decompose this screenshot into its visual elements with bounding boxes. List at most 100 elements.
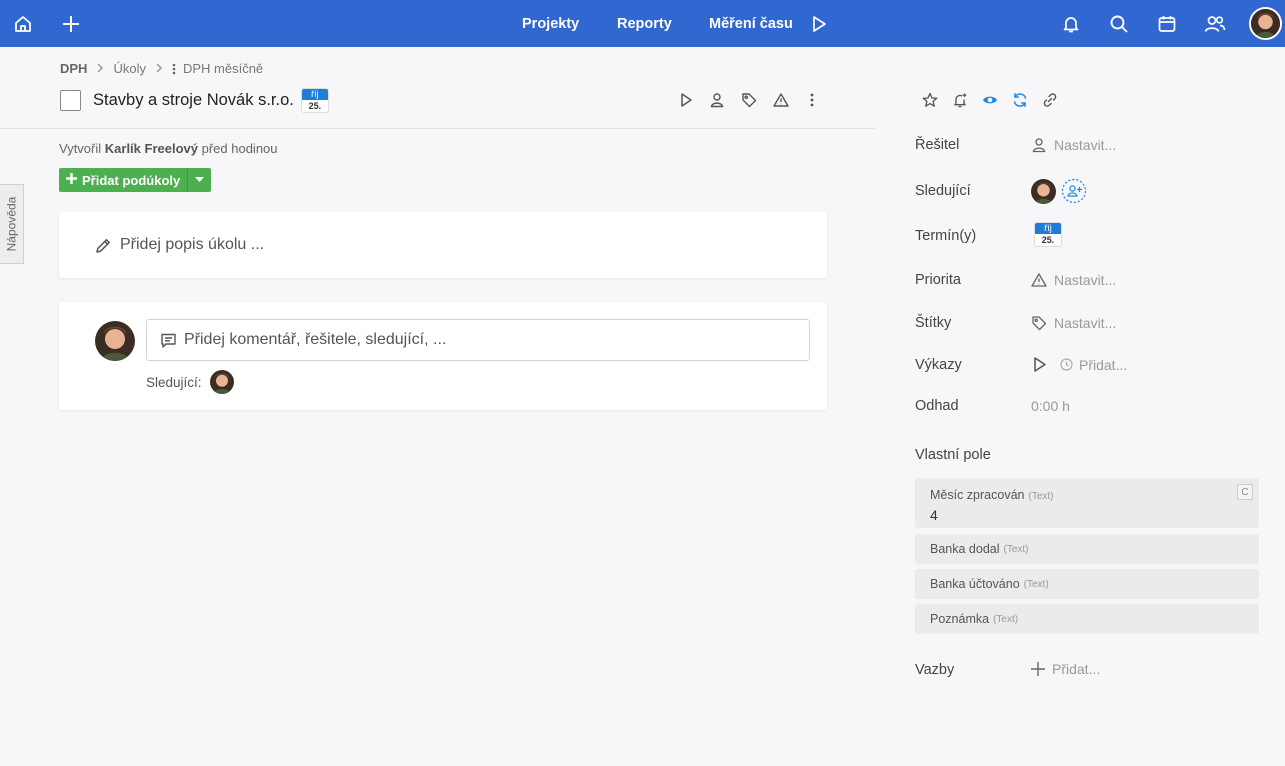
priority-warning-icon[interactable] [771,90,791,110]
users-icon[interactable] [1195,0,1235,47]
custom-field-name: Měsíc zpracován [930,488,1025,502]
follower-avatar[interactable] [209,370,234,394]
plus-icon [1031,662,1045,676]
due-date-day: 25. [308,100,322,111]
breadcrumb-item-tasklist[interactable]: DPH měsíčně [183,61,263,76]
assignee-icon[interactable] [707,90,727,110]
chevron-right-icon [155,61,163,76]
plus-icon[interactable] [51,0,91,47]
deadline-date-badge: říj 25. [1035,223,1061,246]
comment-card: Přidej komentář, řešitele, sledující, ..… [59,302,827,410]
custom-field-type: (Text) [1003,543,1029,555]
pencil-icon [95,237,112,254]
followers-label: Sledující: [146,374,202,390]
refresh-icon[interactable] [1010,90,1030,110]
more-menu-icon[interactable] [802,90,822,110]
breadcrumb-item-project[interactable]: DPH [60,61,87,76]
custom-field-bank-supplied[interactable]: Banka dodal (Text) [915,534,1259,564]
due-date-badge[interactable]: říj 25. [301,88,328,112]
header-divider [0,128,875,129]
nav-reports[interactable]: Reporty [617,0,672,47]
user-avatar[interactable] [1249,7,1282,40]
deadline-value[interactable]: říj 25. [1035,223,1061,246]
created-info: Vytvořil Karlík Freelový před hodinou [59,141,278,156]
help-tab-label: Nápověda [4,196,19,252]
timesheets-value: Přidat... [1031,356,1127,373]
task-title-row: Stavby a stroje Novák s.r.o. říj 25. [60,88,328,112]
link-icon[interactable] [1040,90,1060,110]
estimate-label: Odhad [915,398,959,414]
task-title[interactable]: Stavby a stroje Novák s.r.o. [93,91,294,110]
priority-label: Priorita [915,272,961,288]
timesheets-add[interactable]: Přidat... [1079,357,1127,373]
assignee-value[interactable]: Nastavit... [1031,137,1116,153]
comment-placeholder: Přidej komentář, řešitele, sledující, ..… [184,331,447,348]
bell-icon[interactable] [1051,0,1091,47]
custom-field-bank-billed[interactable]: Banka účtováno (Text) [915,569,1259,599]
clock-icon [1060,358,1073,371]
deadline-day: 25. [1041,235,1055,245]
custom-field-name: Poznámka [930,612,990,626]
created-prefix: Vytvořil [59,141,102,156]
estimate-value[interactable]: 0:00 h [1031,398,1070,414]
add-subtasks-button[interactable]: Přidat podúkoly [59,168,189,192]
custom-field-badge[interactable]: C [1237,484,1253,500]
custom-field-name: Banka dodal [930,542,1000,556]
person-icon [1031,137,1047,153]
custom-field-month[interactable]: Měsíc zpracován (Text) 4 C [915,478,1259,528]
follower-avatar[interactable] [1031,178,1056,204]
tag-icon[interactable] [739,90,759,110]
custom-field-type: (Text) [1023,578,1049,590]
links-value[interactable]: Přidat... [1031,661,1100,677]
created-by: Karlík Freelový [104,141,198,156]
custom-field-type: (Text) [993,613,1019,625]
chevron-right-icon [96,61,104,76]
task-complete-checkbox[interactable] [60,89,81,111]
kebab-menu-icon[interactable] [172,63,176,75]
tags-label: Štítky [915,315,952,331]
deadline-month: říj [1035,223,1061,234]
search-icon[interactable] [1099,0,1139,47]
help-tab[interactable]: Nápověda [0,184,24,264]
start-timer-icon[interactable] [676,90,696,110]
right-panel-actions [920,90,1070,110]
followers-prop-label: Sledující [915,183,971,199]
nav-time-tracking[interactable]: Měření času [709,0,793,47]
tags-set: Nastavit... [1054,315,1117,331]
comment-input[interactable]: Přidej komentář, řešitele, sledující, ..… [146,319,810,361]
bell-plus-icon[interactable] [950,90,970,110]
breadcrumb: DPH Úkoly DPH měsíčně [60,61,263,76]
breadcrumb-item-tasks[interactable]: Úkoly [113,61,146,76]
eye-icon[interactable] [980,90,1000,110]
followers-prop-value [1031,178,1087,204]
add-follower-icon[interactable] [1061,178,1087,204]
add-subtasks-dropdown[interactable] [188,168,212,192]
custom-field-type: (Text) [1028,491,1054,502]
links-add: Přidat... [1052,661,1101,677]
play-icon[interactable] [799,0,839,47]
custom-field-value: 4 [930,507,938,523]
tags-value[interactable]: Nastavit... [1031,315,1116,331]
top-bar: Projekty Reporty Měření času [0,0,1285,47]
description-placeholder: Přidej popis úkolu ... [120,236,265,253]
comment-followers: Sledující: [146,370,234,394]
created-suffix: před hodinou [201,141,278,156]
tag-icon [1031,315,1047,331]
home-icon[interactable] [3,0,43,47]
timesheets-label: Výkazy [915,357,962,373]
caret-down-icon [195,177,205,182]
description-card[interactable]: Přidej popis úkolu ... [59,212,827,278]
priority-set: Nastavit... [1054,272,1117,288]
star-icon[interactable] [920,90,940,110]
play-icon[interactable] [1031,356,1048,373]
comment-icon [160,332,177,349]
assignee-set: Nastavit... [1054,137,1117,153]
assignee-label: Řešitel [915,137,960,153]
custom-field-note[interactable]: Poznámka (Text) [915,604,1259,634]
calendar-icon[interactable] [1147,0,1187,47]
task-actions [676,90,822,110]
plus-icon [66,172,77,188]
priority-value[interactable]: Nastavit... [1031,272,1116,288]
nav-projects[interactable]: Projekty [522,0,579,47]
deadline-label: Termín(y) [915,228,977,244]
